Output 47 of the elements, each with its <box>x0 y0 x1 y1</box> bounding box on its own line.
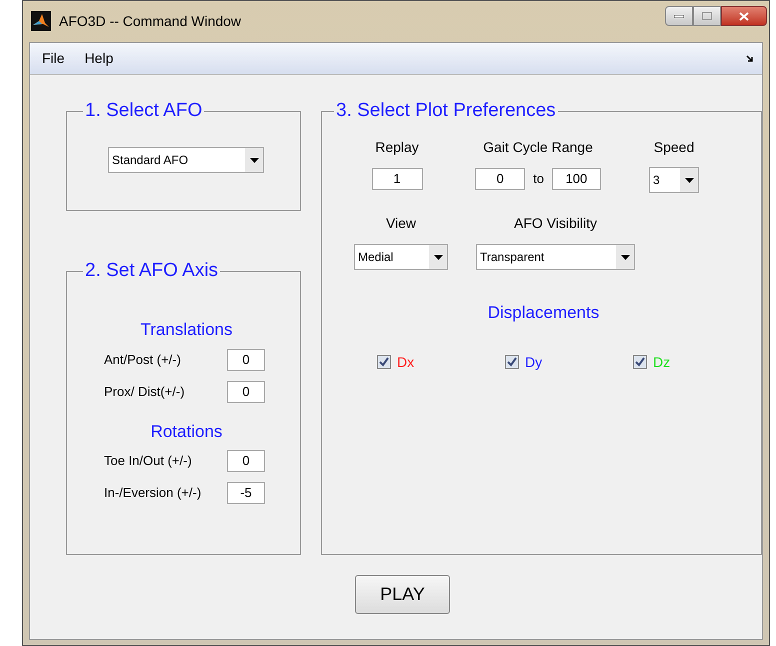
field-label: Speed <box>654 138 694 157</box>
section-heading: Translations <box>140 319 232 341</box>
app-logo-icon <box>31 11 51 31</box>
play-button[interactable]: PLAY <box>355 575 450 614</box>
caret-icon <box>620 254 630 260</box>
maximize-button[interactable] <box>693 6 721 26</box>
check-icon <box>507 357 517 367</box>
minimize-icon <box>674 14 684 18</box>
field-label: Prox/ Dist(+/-) <box>104 382 186 401</box>
window-title: AFO3D -- Command Window <box>59 12 242 31</box>
field-label: AFO Visibility <box>514 214 597 233</box>
checkbox[interactable]: Dy <box>505 352 633 372</box>
field-label: Gait Cycle Range <box>483 138 593 157</box>
number-field[interactable]: -5 <box>227 482 265 504</box>
maximize-icon <box>702 12 712 20</box>
number-field[interactable]: 0 <box>475 168 526 190</box>
afo-dropdown[interactable]: Standard AFO <box>108 147 264 173</box>
panel-title: 3. Select Plot Preferences <box>335 101 557 121</box>
field-label: In-/Eversion (+/-) <box>104 484 202 502</box>
number-field[interactable]: 0 <box>227 348 265 370</box>
number-field[interactable]: 0 <box>227 450 265 472</box>
caret-icon <box>250 158 258 162</box>
menu-item[interactable]: File <box>42 48 65 69</box>
minimize-button[interactable] <box>665 6 693 26</box>
caret-icon <box>434 254 442 260</box>
visibility-dropdown[interactable]: Transparent <box>476 244 635 270</box>
close-icon <box>739 12 749 20</box>
panel-title: 2. Set AFO Axis <box>84 261 220 281</box>
number-field[interactable]: 1 <box>372 168 422 190</box>
field-label: Toe In/Out (+/-) <box>104 452 193 470</box>
dock-arrow-icon <box>746 54 754 62</box>
range-separator: to <box>533 170 544 188</box>
close-button[interactable] <box>721 6 767 26</box>
menu-item[interactable]: Help <box>84 48 114 69</box>
view-dropdown[interactable]: Medial <box>354 244 448 270</box>
check-icon <box>379 357 389 367</box>
check-icon <box>635 357 645 367</box>
number-field[interactable]: 100 <box>552 168 601 190</box>
field-label: View <box>386 214 416 233</box>
field-label: Replay <box>375 138 419 157</box>
number-field[interactable]: 0 <box>227 380 265 402</box>
speed-dropdown[interactable]: 3 <box>649 167 699 193</box>
caret-icon <box>684 178 694 182</box>
field-label: Ant/Post (+/-) <box>104 350 182 369</box>
panel-title: 1. Select AFO <box>84 101 204 121</box>
section-heading: Rotations <box>150 420 222 442</box>
section-heading: Displacements <box>488 302 600 324</box>
